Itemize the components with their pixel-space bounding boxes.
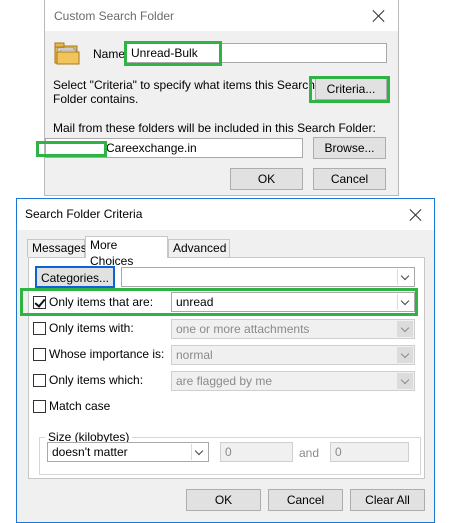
chevron-down-icon[interactable] (397, 321, 413, 337)
chevron-down-icon[interactable] (397, 373, 413, 389)
cancel-button[interactable]: Cancel (268, 489, 343, 511)
chevron-down-icon[interactable] (397, 347, 413, 363)
only-items-that-are-checkbox[interactable] (33, 296, 46, 309)
only-items-with-label: Only items with: (49, 321, 134, 335)
importance-checkbox[interactable] (33, 348, 46, 361)
categories-button[interactable]: Categories... (35, 266, 115, 288)
size-condition-combo[interactable]: doesn't matter (47, 442, 209, 462)
chevron-down-icon[interactable] (191, 444, 207, 460)
only-items-with-checkbox[interactable] (33, 322, 46, 335)
tab-more-choices[interactable]: More Choices (85, 236, 168, 268)
size-from-field[interactable]: 0 (220, 442, 293, 462)
only-items-that-are-combo[interactable]: unread (171, 292, 415, 312)
search-folder-criteria-dialog: Search Folder Criteria Messages More Cho… (16, 198, 435, 523)
browse-button[interactable]: Browse... (313, 137, 386, 159)
cancel-button[interactable]: Cancel (313, 168, 386, 190)
only-items-that-are-value: unread (176, 295, 214, 309)
close-icon[interactable] (409, 208, 423, 222)
only-items-with-combo[interactable]: one or more attachments (171, 319, 415, 339)
title-bar: Custom Search Folder (45, 0, 398, 31)
ok-button[interactable]: OK (230, 168, 303, 190)
ok-button[interactable]: OK (186, 489, 261, 511)
close-icon[interactable] (372, 9, 386, 23)
clear-all-button[interactable]: Clear All (350, 489, 425, 511)
only-items-which-value: are flagged by me (176, 374, 273, 388)
name-field[interactable]: Unread-Bulk (126, 43, 387, 63)
chevron-down-icon[interactable] (397, 294, 413, 310)
importance-combo[interactable]: normal (171, 345, 415, 365)
dialog-title: Search Folder Criteria (25, 207, 143, 221)
only-items-which-label: Only items which: (49, 373, 144, 387)
match-case-checkbox[interactable] (33, 400, 46, 413)
name-label: Name: (93, 47, 129, 61)
only-items-with-value: one or more attachments (176, 322, 310, 336)
custom-search-folder-dialog: Custom Search Folder Name: Unread-Bulk S… (44, 0, 399, 196)
folders-label: Mail from these folders will be included… (53, 121, 376, 135)
tab-advanced[interactable]: Advanced (168, 239, 230, 257)
title-bar: Search Folder Criteria (17, 199, 434, 230)
only-items-that-are-label: Only items that are: (49, 295, 154, 309)
match-case-label: Match case (49, 399, 111, 413)
criteria-button[interactable]: Criteria... (315, 78, 387, 100)
chevron-down-icon[interactable] (397, 269, 413, 285)
categories-combo[interactable] (121, 267, 415, 287)
search-folder-icon (54, 42, 80, 65)
tab-messages[interactable]: Messages (27, 239, 87, 257)
size-condition-value: doesn't matter (52, 445, 128, 459)
importance-value: normal (176, 348, 213, 362)
folder-list-field[interactable]: Careexchange.in (45, 138, 303, 158)
only-items-which-checkbox[interactable] (33, 374, 46, 387)
size-to-field[interactable]: 0 (330, 442, 409, 462)
dialog-title: Custom Search Folder (54, 9, 175, 23)
only-items-which-combo[interactable]: are flagged by me (171, 371, 415, 391)
criteria-description-line1: Select "Criteria" to specify what items … (53, 78, 315, 92)
size-and-label: and (299, 446, 320, 460)
criteria-description-line2: Folder contains. (53, 92, 139, 106)
importance-label: Whose importance is: (49, 347, 165, 361)
